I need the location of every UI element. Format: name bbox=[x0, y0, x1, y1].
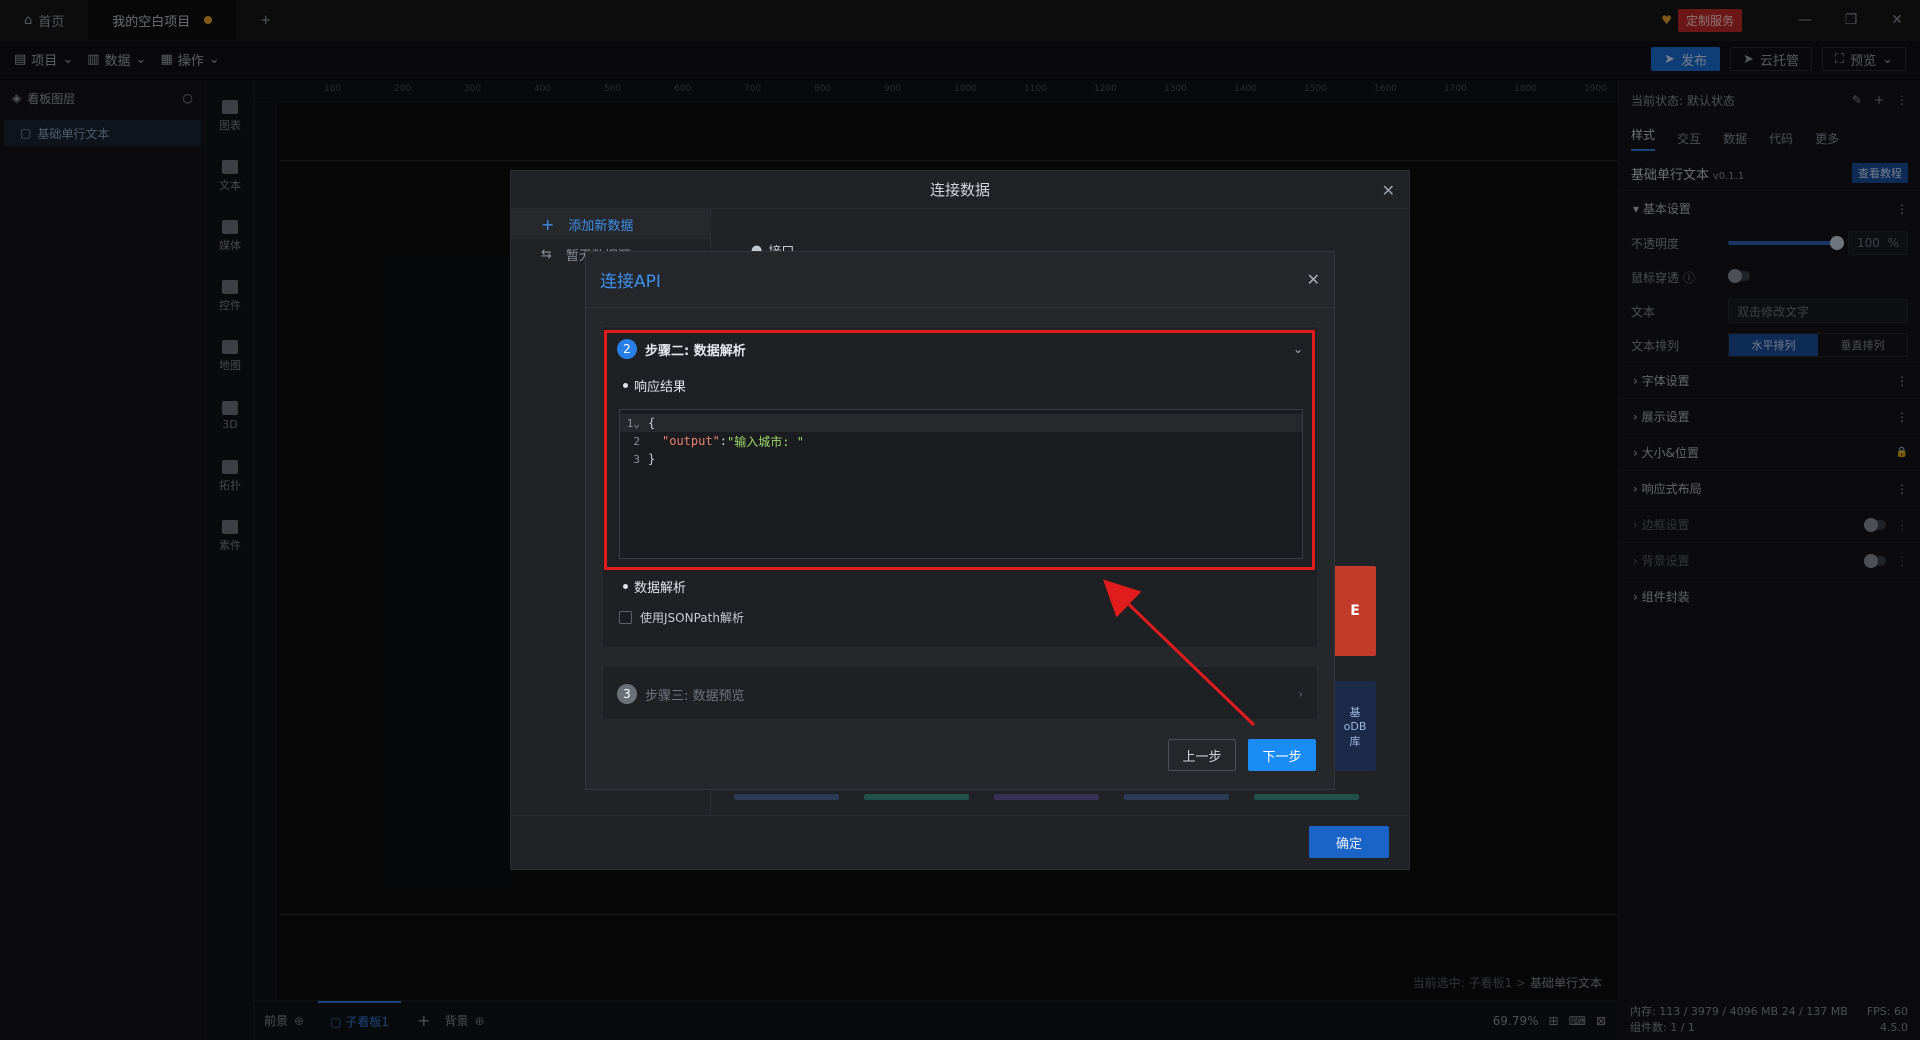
arrow-line bbox=[1103, 579, 1256, 727]
annotation-arrow bbox=[1103, 579, 1256, 727]
